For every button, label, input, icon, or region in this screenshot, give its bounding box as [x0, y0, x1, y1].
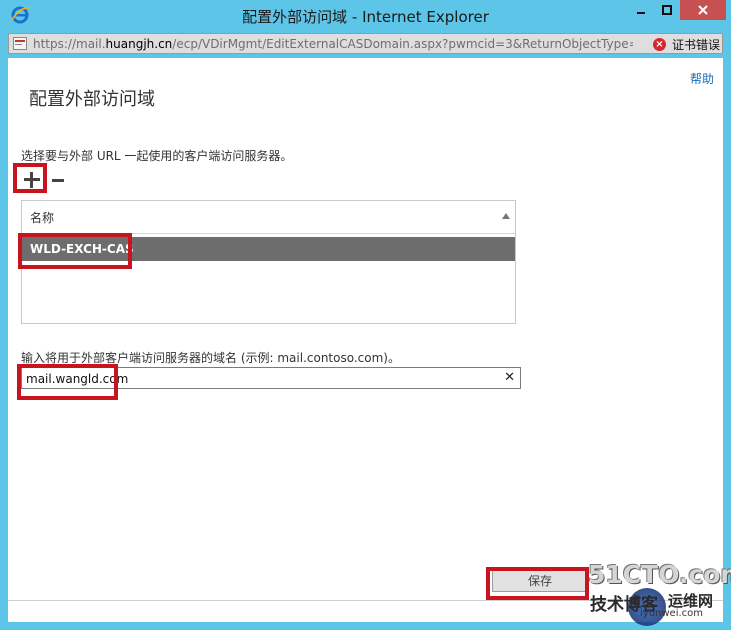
page-title: 配置外部访问域	[29, 89, 155, 110]
close-icon[interactable]	[680, 0, 726, 20]
window-controls	[628, 0, 726, 20]
watermark-small: iyunwei.com	[640, 608, 704, 619]
url-prefix: https://mail.	[33, 37, 106, 51]
maximize-icon[interactable]	[654, 0, 680, 20]
window-title: 配置外部访问域 - Internet Explorer	[242, 8, 489, 26]
url-path: /ecp/VDirMgmt/EditExternalCASDomain.aspx…	[172, 37, 633, 51]
minimize-icon[interactable]	[628, 0, 654, 20]
server-instruction: 选择要与外部 URL 一起使用的客户端访问服务器。	[21, 149, 293, 163]
minus-icon	[52, 179, 64, 182]
page-icon	[13, 37, 27, 50]
cert-error-icon: ×	[653, 38, 666, 51]
highlight-add-button	[13, 163, 47, 193]
remove-server-button[interactable]	[48, 168, 68, 192]
dialog-content: 帮助 配置外部访问域 选择要与外部 URL 一起使用的客户端访问服务器。 名称 …	[8, 58, 723, 622]
cert-error-label: 证书错误	[672, 38, 721, 52]
address-url[interactable]: https://mail.huangjh.cn/ecp/VDirMgmt/Edi…	[33, 37, 633, 51]
title-bar: 配置外部访问域 - Internet Explorer	[0, 0, 731, 30]
watermark: 51CTO.com 技术博客 运维网 iyunwei.com	[588, 560, 731, 626]
help-link[interactable]: 帮助	[690, 70, 714, 87]
watermark-line1: 51CTO.com	[588, 560, 731, 589]
address-bar[interactable]: https://mail.huangjh.cn/ecp/VDirMgmt/Edi…	[8, 33, 723, 54]
column-header-name: 名称	[30, 211, 55, 225]
highlight-domain-input	[17, 364, 118, 400]
list-header[interactable]: 名称	[22, 201, 515, 234]
certificate-error[interactable]: × 证书错误	[653, 36, 720, 53]
highlight-server-row	[18, 233, 132, 269]
clear-x-icon[interactable]: ✕	[504, 370, 515, 385]
url-host: huangjh.cn	[105, 37, 173, 51]
ie-window: 配置外部访问域 - Internet Explorer https://mail…	[0, 0, 731, 630]
highlight-save-button	[486, 567, 589, 600]
sort-ascending-icon[interactable]	[502, 213, 510, 219]
